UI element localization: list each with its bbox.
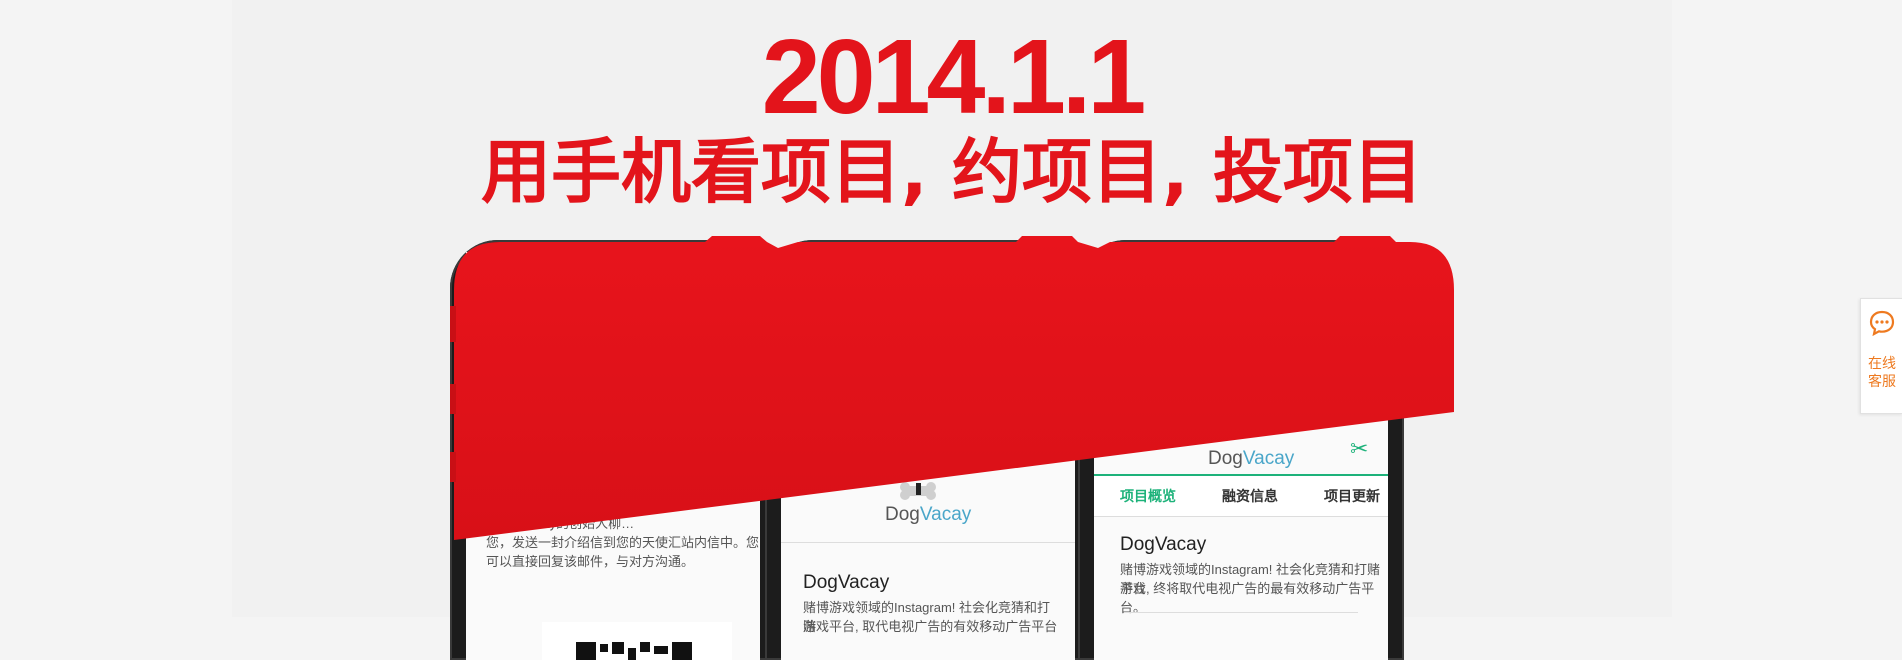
phone-left: ⓘ ……acay的创始人柳… 您，发送一封介绍信到您的天使汇站内信中。您 可以直…: [450, 240, 776, 660]
tab-overview[interactable]: 项目概览: [1120, 486, 1176, 506]
tab-financing[interactable]: 融资信息: [1222, 486, 1278, 506]
phone-left-screen: ⓘ ……acay的创始人柳… 您，发送一封介绍信到您的天使汇站内信中。您 可以直…: [466, 252, 760, 660]
chat-bubble-icon: [1869, 310, 1895, 337]
dogvacay-logo: DogVacay: [885, 504, 972, 525]
online-support-widget[interactable]: 在线 客服: [1860, 298, 1902, 414]
app-desc-line-2: 游戏平台, 取代电视广告的有效移动广告平台: [803, 619, 1058, 634]
app-name: DogVacay: [803, 572, 890, 593]
project-tabs: 项目概览 融资信息 项目更新: [1094, 474, 1388, 517]
divider: [781, 542, 1075, 543]
phone-middle: DogVacay DogVacay 赌博游戏领域的Instagram! 社会化竞…: [765, 240, 1091, 660]
qr-code: [542, 622, 732, 660]
divider: [1124, 612, 1358, 613]
phone-middle-screen: DogVacay DogVacay 赌博游戏领域的Instagram! 社会化竞…: [781, 252, 1075, 660]
intro-text-line-1: ⓘ ……acay的创始人柳…: [486, 516, 635, 531]
phones-showcase: ⓘ ……acay的创始人柳… 您，发送一封介绍信到您的天使汇站内信中。您 可以直…: [0, 0, 1902, 660]
intro-text-line-3: 可以直接回复该邮件，与对方沟通。: [486, 554, 695, 569]
tab-updates[interactable]: 项目更新: [1324, 486, 1380, 506]
tools-icon[interactable]: ✂: [1350, 438, 1372, 460]
dogvacay-logo: DogVacay: [1208, 448, 1295, 469]
intro-text-line-2: 您，发送一封介绍信到您的天使汇站内信中。您: [486, 535, 760, 550]
app-name: DogVacay: [1120, 534, 1207, 555]
support-label: 在线 客服: [1868, 356, 1896, 390]
phone-right: DogVacay ✂ 项目概览 融资信息 项目更新 DogVacay 赌博游戏领…: [1078, 240, 1404, 660]
dog-bone-icon: [900, 482, 936, 500]
phone-right-screen: DogVacay ✂ 项目概览 融资信息 项目更新 DogVacay 赌博游戏领…: [1094, 252, 1388, 660]
